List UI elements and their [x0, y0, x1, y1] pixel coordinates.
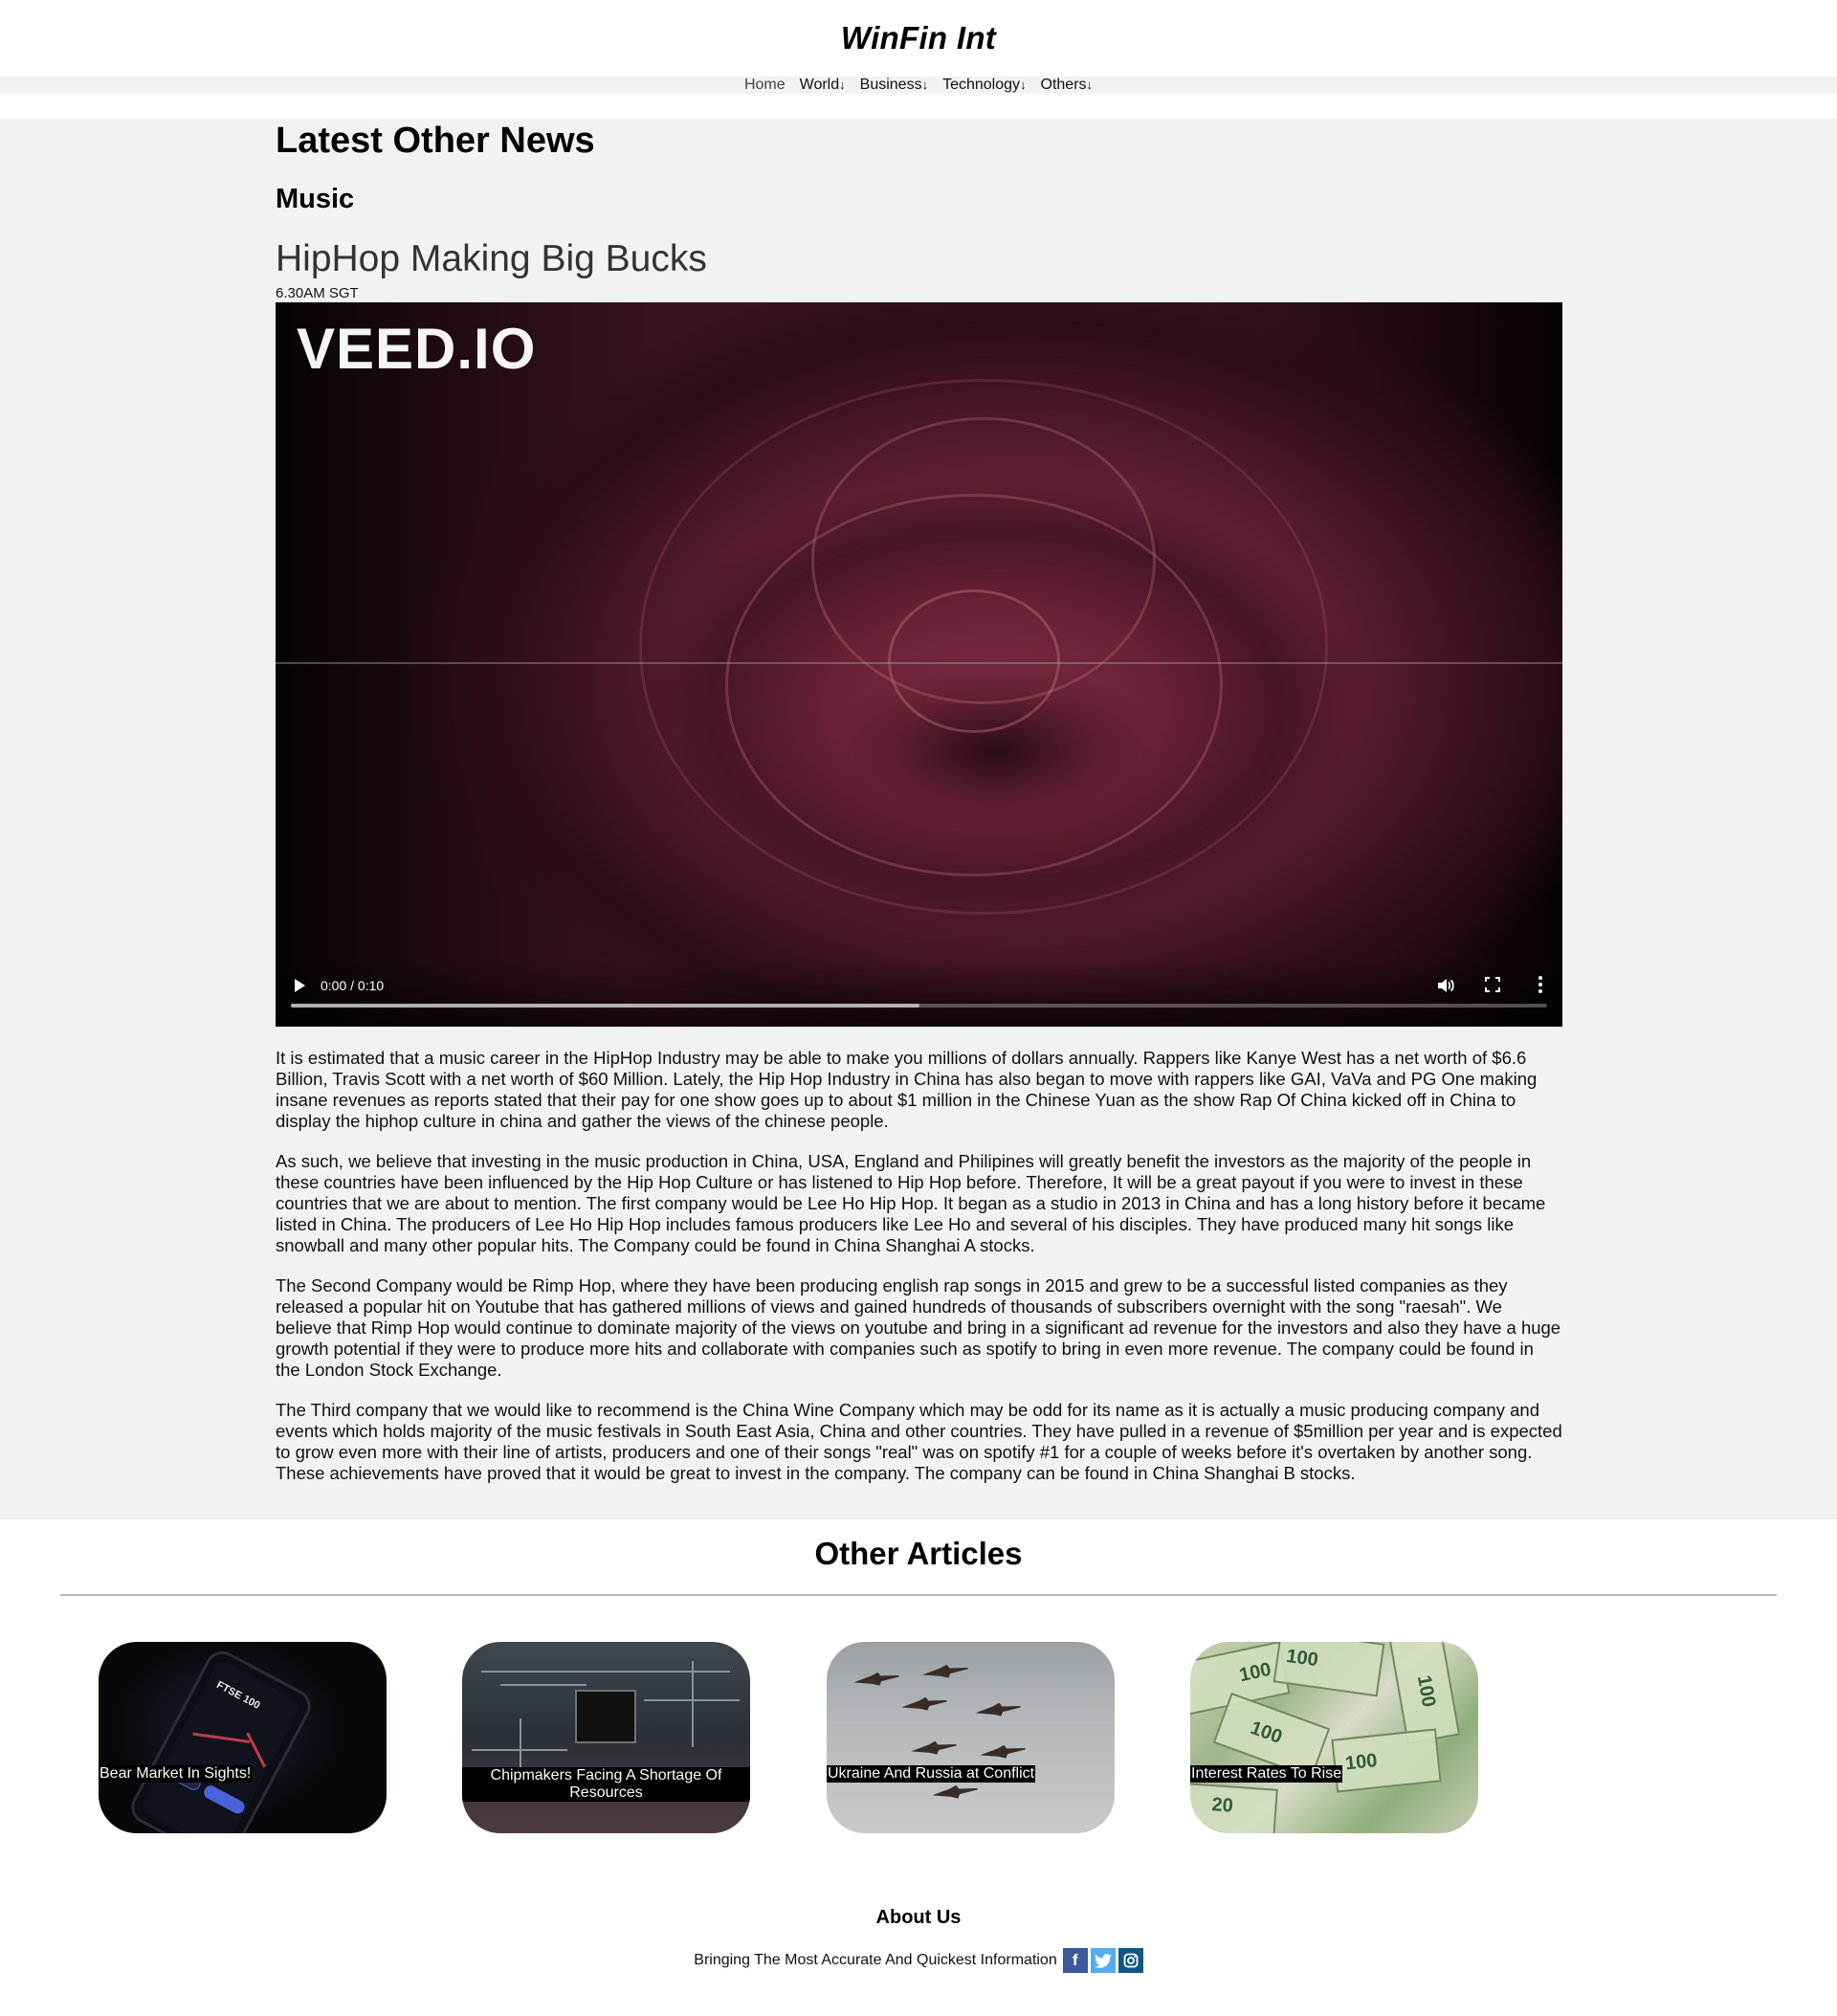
article-paragraph: It is estimated that a music career in t…	[276, 1048, 1538, 1131]
nav-technology-label: Technology	[942, 77, 1021, 93]
article-card-caption: Interest Rates To Rise	[1190, 1765, 1343, 1783]
dropdown-arrow-icon: ↓	[839, 78, 846, 92]
microchip-image	[575, 1690, 636, 1743]
article-card-ukraine-russia[interactable]: Ukraine And Russia at Conflict	[827, 1642, 1115, 1833]
article-card-interest-rates[interactable]: 100 100 100 100 100 20 Interest Rates To…	[1190, 1642, 1478, 1833]
top-navigation: Home World↓ Business↓ Technology↓ Others…	[0, 77, 1837, 94]
footer-tagline: Bringing The Most Accurate And Quickest …	[694, 1952, 1057, 1968]
section-heading: Latest Other News	[276, 121, 595, 161]
instagram-icon[interactable]	[1118, 1948, 1143, 1973]
site-title[interactable]: WinFin Int	[841, 20, 996, 56]
fighter-jet-icon	[852, 1670, 899, 1690]
video-progress-bar[interactable]	[291, 1004, 1547, 1008]
video-time-display: 0:00 / 0:10	[321, 978, 385, 993]
play-icon[interactable]	[295, 979, 305, 992]
about-us-heading: About Us	[875, 1907, 962, 1928]
fighter-jet-icon	[931, 1783, 978, 1803]
article-card-caption: Ukraine And Russia at Conflict	[827, 1765, 1036, 1783]
banknote-image: 100	[1273, 1642, 1385, 1697]
article-paragraph: The Third company that we would like to …	[276, 1400, 1562, 1483]
phone-screen-button	[201, 1783, 247, 1816]
site-header: WinFin Int	[0, 0, 1837, 77]
article-body: It is estimated that a music career in t…	[276, 1048, 1562, 1503]
nav-others-label: Others	[1040, 77, 1087, 93]
more-options-icon[interactable]	[1538, 975, 1543, 994]
video-controls: 0:00 / 0:10	[276, 960, 1562, 1027]
stock-chart-line	[192, 1732, 251, 1743]
phone-screen-label: FTSE 100	[214, 1679, 262, 1712]
article-card-chipmakers[interactable]: Chipmakers Facing A Shortage Of Resource…	[462, 1642, 750, 1833]
facebook-icon[interactable]: f	[1062, 1948, 1088, 1973]
fighter-jet-icon	[921, 1662, 968, 1682]
fighter-jet-icon	[974, 1700, 1021, 1720]
video-player[interactable]: VEED.IO 0:00 / 0:10	[276, 302, 1562, 1027]
dropdown-arrow-icon: ↓	[921, 78, 929, 92]
stock-chart-line	[246, 1732, 267, 1768]
phone-screen: FTSE 100	[139, 1659, 303, 1833]
fighter-jet-icon	[979, 1742, 1026, 1762]
article-title: HipHop Making Big Bucks	[276, 238, 707, 279]
nav-home-label: Home	[743, 77, 786, 93]
other-articles-heading: Other Articles	[814, 1536, 1023, 1571]
banknote-image: 20	[1190, 1782, 1278, 1833]
nav-home-link[interactable]: Home	[744, 77, 786, 94]
nav-others-dropdown[interactable]: Others↓	[1041, 77, 1094, 94]
article-timestamp: 6.30AM SGT	[276, 285, 359, 301]
nav-world-dropdown[interactable]: World↓	[800, 77, 846, 94]
twitter-icon[interactable]	[1090, 1948, 1116, 1973]
video-buffered-range	[291, 1004, 919, 1008]
fighter-jet-icon	[910, 1739, 957, 1759]
other-articles-list: FTSE 100 Bear Market In Sights! Chipmake…	[0, 1642, 1837, 1833]
category-heading: Music	[276, 184, 355, 214]
article-card-bear-market[interactable]: FTSE 100 Bear Market In Sights!	[99, 1642, 387, 1833]
rose-petal-shape	[888, 589, 1060, 733]
circuit-trace	[692, 1661, 694, 1747]
main-content: Latest Other News Music HipHop Making Bi…	[0, 119, 1837, 1519]
video-frame-rose	[276, 302, 1562, 1027]
facebook-glyph: f	[1072, 1951, 1078, 1969]
article-paragraph: The Second Company would be Rimp Hop, wh…	[276, 1275, 1561, 1380]
twitter-bird-icon	[1094, 1953, 1112, 1968]
dropdown-arrow-icon: ↓	[1086, 78, 1094, 92]
article-card-caption: Bear Market In Sights!	[99, 1765, 253, 1783]
fighter-jet-icon	[900, 1695, 947, 1715]
nav-technology-dropdown[interactable]: Technology↓	[942, 77, 1026, 94]
circuit-trace	[472, 1749, 567, 1751]
nav-world-label: World	[799, 77, 840, 93]
video-watermark: VEED.IO	[297, 317, 537, 381]
fullscreen-icon[interactable]	[1484, 976, 1501, 993]
article-paragraph: As such, we believe that investing in th…	[276, 1151, 1546, 1255]
banknote-image: 100	[1331, 1728, 1442, 1793]
nav-business-label: Business	[859, 77, 922, 93]
dropdown-arrow-icon: ↓	[1020, 78, 1027, 92]
article-card-caption: Chipmakers Facing A Shortage Of Resource…	[462, 1767, 750, 1802]
smartphone-image: FTSE 100	[125, 1645, 317, 1833]
nav-business-dropdown[interactable]: Business↓	[860, 77, 928, 94]
volume-icon[interactable]	[1436, 976, 1455, 995]
instagram-camera-icon	[1123, 1953, 1139, 1968]
footer-row: Bringing The Most Accurate And Quickest …	[0, 1948, 1837, 1973]
video-scanline	[276, 662, 1562, 664]
circuit-trace	[500, 1684, 587, 1686]
divider	[60, 1594, 1777, 1596]
